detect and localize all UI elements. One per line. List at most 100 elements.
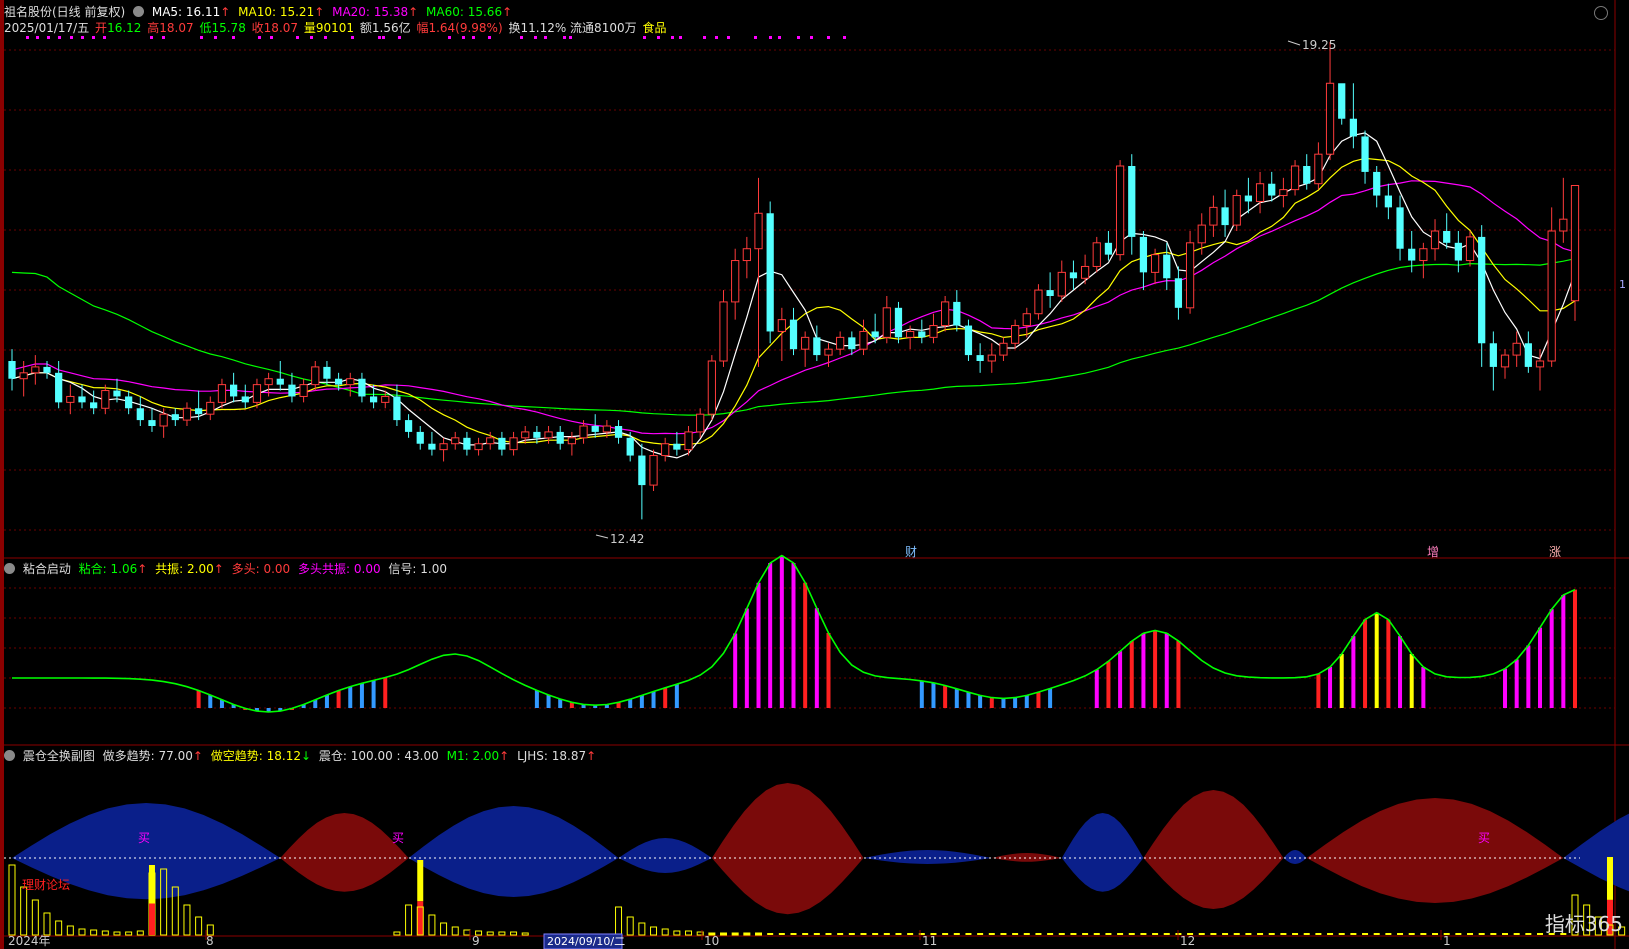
signal-dot xyxy=(827,36,830,39)
panel3-volume-bar xyxy=(1373,933,1380,935)
candle-body xyxy=(1396,207,1404,249)
panel3-volume-bar xyxy=(1163,933,1170,935)
event-marker-cai[interactable]: 财 xyxy=(905,545,917,559)
signal-dot xyxy=(162,36,165,39)
signal-dot xyxy=(703,36,706,39)
panel3-volume-bar xyxy=(1035,933,1042,935)
buy-marker-1: 买 xyxy=(138,831,150,845)
signal-dot xyxy=(462,36,465,39)
right-edge-label: 1 xyxy=(1619,278,1626,291)
panel3-volume-bar xyxy=(883,933,890,935)
panel2-bar xyxy=(534,690,539,708)
panel3-volume-bar xyxy=(1198,933,1205,935)
panel3-volume-bar xyxy=(1128,933,1135,935)
candle-body xyxy=(276,378,284,385)
signal-dot xyxy=(398,36,401,39)
panel2-bar xyxy=(1421,666,1426,708)
candle-body xyxy=(1069,272,1078,279)
signal-dot xyxy=(200,36,203,39)
stock-name[interactable]: 祖名股份(日线 前复权) xyxy=(4,5,125,19)
ma10-arrow-icon: ↑ xyxy=(314,5,325,19)
signal-dot xyxy=(270,36,273,39)
candle-body xyxy=(346,378,355,386)
sector-value[interactable]: 食品 xyxy=(642,21,666,35)
event-marker-zhang[interactable]: 涨 xyxy=(1549,544,1561,559)
panel3-volume-bar xyxy=(720,933,727,935)
panel2-bar xyxy=(558,699,563,708)
panel2-bar xyxy=(1036,692,1041,708)
signal-dot xyxy=(58,36,61,39)
panel2-bar xyxy=(1024,695,1029,708)
candle-body xyxy=(707,360,716,415)
candle-body xyxy=(661,443,670,457)
panel3-title[interactable]: 震仓全换副图 xyxy=(23,749,95,763)
candle-body xyxy=(1221,207,1229,226)
panel2-bar xyxy=(628,699,633,708)
close-icon[interactable] xyxy=(1594,6,1608,20)
candle-body xyxy=(649,455,658,486)
candle-body xyxy=(614,426,623,438)
candle-body xyxy=(171,414,179,421)
panel2-bar xyxy=(768,563,773,708)
candle-body xyxy=(1524,343,1532,367)
candle-body xyxy=(1314,153,1323,185)
candle-body xyxy=(66,395,75,403)
panel3-item1: 做多趋势: 77.00 xyxy=(102,749,193,763)
chart-canvas[interactable]: 19.25 12.42 财 增 涨 1 买 买 买 理财论坛 2024年 8 9… xyxy=(0,0,1629,949)
panel3-volume-bar xyxy=(1303,933,1310,935)
panel3-toggle-icon[interactable] xyxy=(4,750,15,761)
panel2-bar xyxy=(966,692,971,708)
panel2-bar xyxy=(196,690,201,708)
panel2-bar xyxy=(371,680,376,708)
signal-dot xyxy=(472,36,475,39)
panel3-volume-bar xyxy=(1093,933,1100,935)
candle-body xyxy=(206,401,215,415)
panel2-bar xyxy=(943,685,948,708)
candle-body xyxy=(404,420,413,432)
close-label: 收 xyxy=(251,21,264,35)
candle-body xyxy=(1290,165,1300,191)
panel3-volume-bar xyxy=(1478,933,1485,935)
panel3-volume-bar xyxy=(1222,933,1229,935)
panel3-item5: LJHS: 18.87 xyxy=(517,749,587,763)
event-marker-zeng[interactable]: 增 xyxy=(1427,545,1439,559)
candle-body xyxy=(824,348,833,356)
candle-body xyxy=(1185,242,1195,309)
candle-body xyxy=(567,437,576,445)
panel3-volume-bar xyxy=(1350,933,1357,935)
candle-body xyxy=(1279,189,1288,197)
panel3-volume-bar xyxy=(1525,933,1532,935)
panel2-bar xyxy=(756,582,761,708)
low-label: 低 xyxy=(199,21,212,35)
panel3-header: 震仓全换副图 做多趋势: 77.00↑ 做空趋势: 18.12↓ 震仓: 100… xyxy=(4,748,600,764)
signal-dot xyxy=(310,36,313,39)
candle-body xyxy=(1011,325,1020,344)
signal-dot xyxy=(378,36,381,39)
ma10-value: MA10: 15.21 xyxy=(238,5,315,19)
candle-body xyxy=(1361,136,1369,172)
panel3-volume-bar xyxy=(825,933,832,935)
settings-toggle-icon[interactable] xyxy=(133,6,145,17)
ma20-value: MA20: 15.38 xyxy=(332,5,409,19)
panel3-buy-bar xyxy=(417,860,424,902)
candle-body xyxy=(1244,195,1253,202)
panel3-volume-bar xyxy=(1210,933,1217,935)
panel3-volume-bar xyxy=(767,933,774,935)
panel3-buy-bar xyxy=(417,901,424,935)
candle-body xyxy=(719,301,728,362)
candle-body xyxy=(101,390,110,409)
panel2-bar xyxy=(803,582,808,708)
panel2-title[interactable]: 粘合启动 xyxy=(23,562,71,576)
candle-body xyxy=(999,342,1008,356)
candle-body xyxy=(987,354,996,362)
panel3-volume-bar xyxy=(895,933,902,935)
candle-body xyxy=(1535,360,1545,368)
candle-body xyxy=(1022,313,1031,327)
panel3-item4: M1: 2.00 xyxy=(446,749,500,763)
candle-body xyxy=(19,372,28,380)
panel2-bar xyxy=(989,697,994,708)
panel2-item1-arrow-icon: ↑ xyxy=(137,562,148,576)
panel2-toggle-icon[interactable] xyxy=(4,563,15,574)
candle-body xyxy=(754,212,763,250)
panel2-bar xyxy=(208,694,213,708)
